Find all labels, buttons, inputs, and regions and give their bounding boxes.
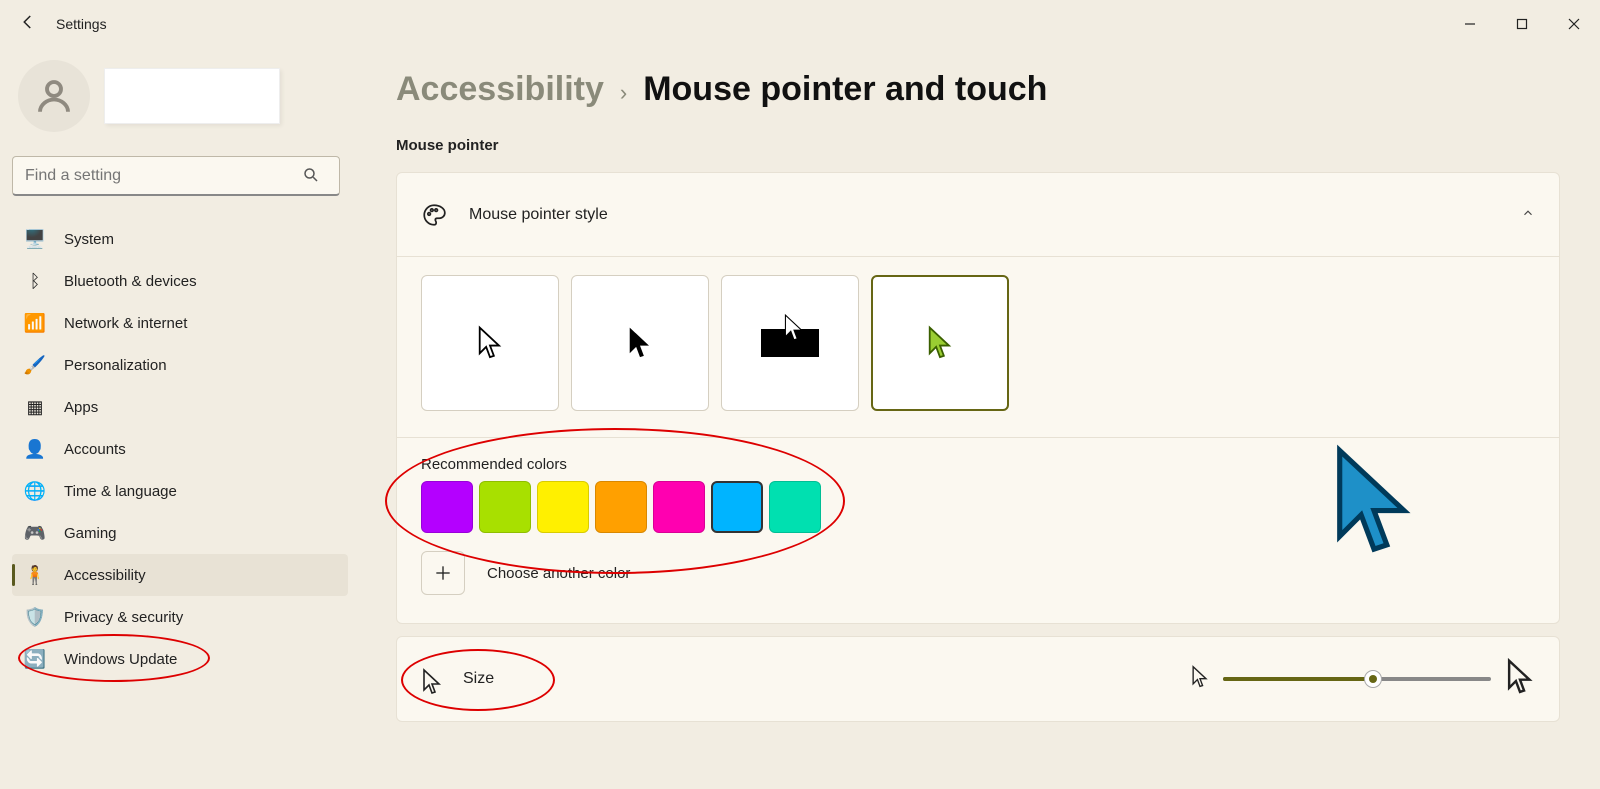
sidebar-item-label: Accounts xyxy=(64,441,126,458)
sidebar-item-label: Bluetooth & devices xyxy=(64,273,197,290)
sidebar-item-time-language[interactable]: 🌐 Time & language xyxy=(12,470,348,512)
sidebar: 🖥️ System ᛒ Bluetooth & devices 📶 Network & i… xyxy=(0,48,360,789)
pointer-style-row xyxy=(397,257,1559,438)
sidebar-item-accounts[interactable]: 👤 Accounts xyxy=(12,428,348,470)
accessibility-icon: 🧍 xyxy=(24,564,46,586)
swatch-magenta[interactable] xyxy=(653,481,705,533)
gamepad-icon: 🎮 xyxy=(24,522,46,544)
choose-color-button[interactable] xyxy=(421,551,465,595)
sidebar-item-label: Apps xyxy=(64,399,98,416)
shield-icon: 🛡️ xyxy=(24,606,46,628)
palette-icon xyxy=(421,202,447,228)
maximize-button[interactable] xyxy=(1496,0,1548,48)
swatch-orange[interactable] xyxy=(595,481,647,533)
close-button[interactable] xyxy=(1548,0,1600,48)
pointer-style-card: Mouse pointer style xyxy=(396,172,1560,624)
bluetooth-icon: ᛒ xyxy=(24,270,46,292)
sidebar-item-accessibility[interactable]: 🧍 Accessibility xyxy=(12,554,348,596)
swatch-teal[interactable] xyxy=(769,481,821,533)
titlebar: Settings xyxy=(0,0,1600,48)
pointer-style-black[interactable] xyxy=(571,275,709,411)
colors-section: Recommended colors Choose another color xyxy=(397,438,1559,623)
breadcrumb: Accessibility › Mouse pointer and touch xyxy=(396,70,1560,109)
pointer-style-custom[interactable] xyxy=(871,275,1009,411)
swatch-purple[interactable] xyxy=(421,481,473,533)
choose-color-label: Choose another color xyxy=(487,565,630,582)
pointer-style-inverted[interactable] xyxy=(721,275,859,411)
profile-block[interactable] xyxy=(18,60,348,132)
back-button[interactable] xyxy=(8,13,48,36)
sidebar-item-apps[interactable]: ▦ Apps xyxy=(12,386,348,428)
minimize-button[interactable] xyxy=(1444,0,1496,48)
size-card: Size xyxy=(396,636,1560,722)
sidebar-item-label: System xyxy=(64,231,114,248)
window-controls xyxy=(1444,0,1600,48)
sidebar-item-label: Windows Update xyxy=(64,651,177,668)
size-label: Size xyxy=(463,670,1171,688)
sidebar-item-gaming[interactable]: 🎮 Gaming xyxy=(12,512,348,554)
sidebar-item-label: Network & internet xyxy=(64,315,187,332)
person-icon: 👤 xyxy=(24,438,46,460)
size-slider[interactable] xyxy=(1223,677,1491,681)
sidebar-item-personalization[interactable]: 🖌️ Personalization xyxy=(12,344,348,386)
sidebar-item-label: Gaming xyxy=(64,525,117,542)
sidebar-item-system[interactable]: 🖥️ System xyxy=(12,218,348,260)
chevron-up-icon xyxy=(1521,206,1535,223)
section-label: Mouse pointer xyxy=(396,137,1560,154)
breadcrumb-parent[interactable]: Accessibility xyxy=(396,70,604,109)
search-box xyxy=(12,156,348,196)
sidebar-item-windows-update[interactable]: 🔄 Windows Update xyxy=(12,638,348,680)
sidebar-item-label: Accessibility xyxy=(64,567,146,584)
sidebar-item-privacy-security[interactable]: 🛡️ Privacy & security xyxy=(12,596,348,638)
size-slider-thumb[interactable] xyxy=(1364,670,1382,688)
sidebar-item-network-internet[interactable]: 📶 Network & internet xyxy=(12,302,348,344)
slider-max-icon xyxy=(1505,658,1535,701)
size-slider-group xyxy=(1191,658,1535,701)
content-area: Accessibility › Mouse pointer and touch … xyxy=(360,48,1600,789)
cursor-small-icon xyxy=(421,668,443,690)
sidebar-item-bluetooth-devices[interactable]: ᛒ Bluetooth & devices xyxy=(12,260,348,302)
cursor-preview xyxy=(1329,442,1419,567)
pointer-style-expander[interactable]: Mouse pointer style xyxy=(397,173,1559,257)
sidebar-item-label: Personalization xyxy=(64,357,167,374)
search-icon xyxy=(302,166,320,189)
chevron-right-icon: › xyxy=(620,80,627,106)
sidebar-item-label: Privacy & security xyxy=(64,609,183,626)
wifi-icon: 📶 xyxy=(24,312,46,334)
avatar xyxy=(18,60,90,132)
breadcrumb-current: Mouse pointer and touch xyxy=(643,70,1047,109)
update-icon: 🔄 xyxy=(24,648,46,670)
swatch-yellow[interactable] xyxy=(537,481,589,533)
pointer-style-label: Mouse pointer style xyxy=(469,206,1499,224)
window-title: Settings xyxy=(48,16,107,32)
apps-icon: ▦ xyxy=(24,396,46,418)
display-icon: 🖥️ xyxy=(24,228,46,250)
swatch-cyan[interactable] xyxy=(711,481,763,533)
sidebar-item-label: Time & language xyxy=(64,483,177,500)
slider-min-icon xyxy=(1191,665,1209,694)
swatch-lime[interactable] xyxy=(479,481,531,533)
nav-list: 🖥️ System ᛒ Bluetooth & devices 📶 Network & i… xyxy=(12,218,348,680)
user-name-card xyxy=(104,68,280,124)
globe-icon: 🌐 xyxy=(24,480,46,502)
pointer-style-white[interactable] xyxy=(421,275,559,411)
brush-icon: 🖌️ xyxy=(24,354,46,376)
search-input[interactable] xyxy=(12,156,340,196)
